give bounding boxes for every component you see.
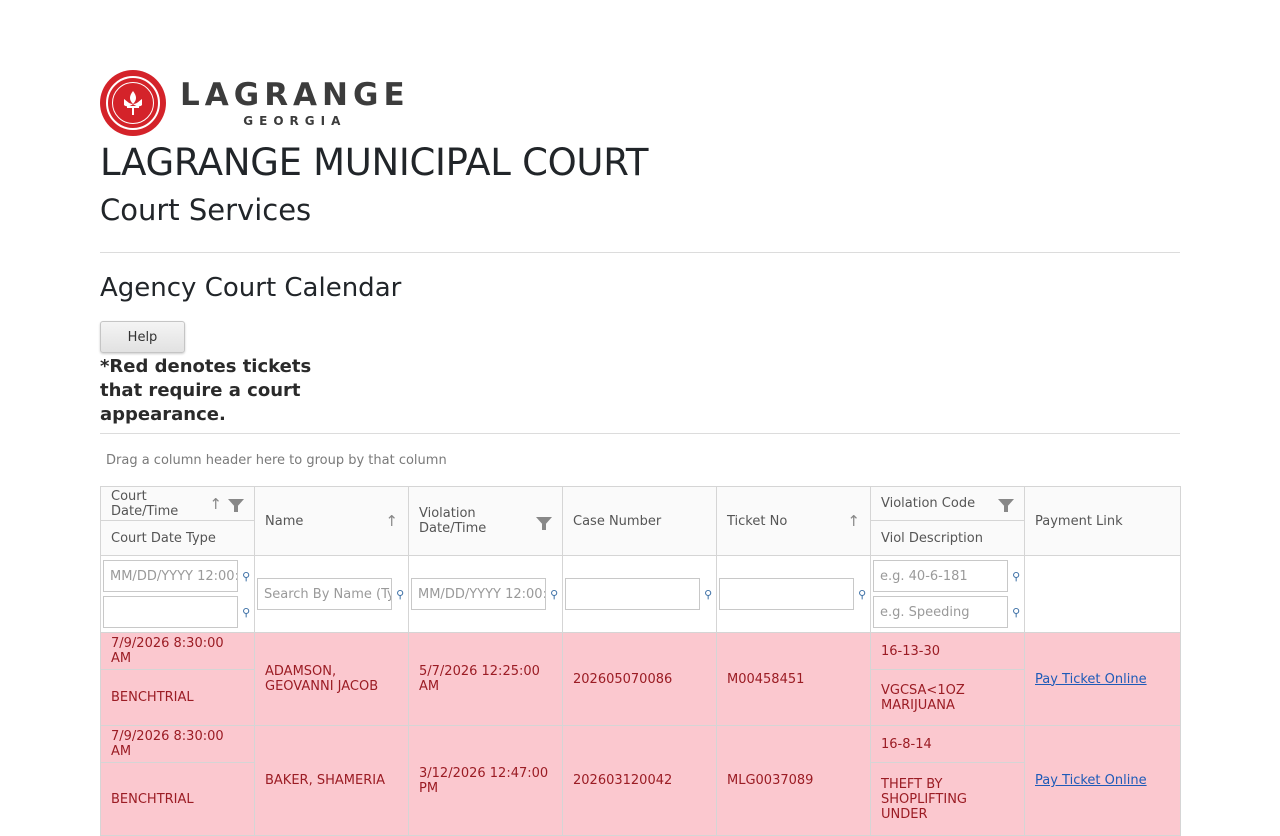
column-header-court-date[interactable]: Court Date/Time ↑ Court Date Type (100, 486, 255, 556)
column-header-name[interactable]: Name ↑ (254, 486, 409, 556)
case-number-header-label: Case Number (573, 513, 662, 529)
pay-ticket-link[interactable]: Pay Ticket Online (1035, 672, 1147, 687)
court-date-cell: 7/9/2026 8:30:00 AM (101, 633, 254, 670)
court-date-header-label: Court Date/Time (111, 488, 179, 519)
divider (100, 252, 1180, 253)
filter-pin-icon[interactable]: ⚲ (858, 588, 868, 601)
name-search-input[interactable]: Search By Name (Typ (257, 578, 393, 610)
violation-code-cell: 16-13-30 (871, 633, 1024, 670)
court-date-type-header-label: Court Date Type (111, 530, 216, 546)
filter-pin-icon[interactable]: ⚲ (396, 588, 406, 601)
column-header-payment-link[interactable]: Payment Link (1024, 486, 1181, 556)
filter-row: MM/DD/YYYY 12:00: ⚲ ⚲ Search By Name (Typ… (100, 555, 1181, 633)
filter-icon[interactable] (998, 499, 1014, 512)
sort-arrow-icon[interactable]: ↑ (847, 512, 860, 530)
filter-pin-icon[interactable]: ⚲ (242, 570, 252, 583)
logo-subtitle: GEORGIA (243, 114, 347, 128)
red-legend-note: *Red denotes tickets that require a cour… (100, 356, 312, 425)
violation-date-cell: 3/12/2026 12:47:00 PM (408, 725, 563, 836)
help-button[interactable]: Help (100, 321, 185, 353)
viol-description-cell: VGCSA<1OZ MARIJUANA (881, 682, 965, 713)
filter-pin-icon[interactable]: ⚲ (550, 588, 560, 601)
violation-date-header-label: Violation Date/Time (419, 506, 487, 536)
viol-description-header-label: Viol Description (881, 530, 983, 546)
violation-date-cell: 5/7/2026 12:25:00 AM (408, 632, 563, 726)
table-row[interactable]: 7/9/2026 8:30:00 AM BENCHTRIAL ADAMSON, … (100, 632, 1181, 726)
column-header-violation-code[interactable]: Violation Code Viol Description (870, 486, 1025, 556)
filter-pin-icon[interactable]: ⚲ (1012, 606, 1022, 619)
viol-description-cell: THEFT BY SHOPLIFTING UNDER (881, 776, 967, 822)
filter-pin-icon[interactable]: ⚲ (1012, 570, 1022, 583)
column-header-violation-date[interactable]: Violation Date/Time (408, 486, 563, 556)
court-calendar-grid: Court Date/Time ↑ Court Date Type Name ↑ (100, 486, 1181, 836)
court-date-type-cell: BENCHTRIAL (111, 791, 194, 807)
ticket-no-header-label: Ticket No (727, 513, 788, 529)
court-date-type-filter-input[interactable] (103, 596, 239, 628)
page: LAGRANGE GEORGIA LAGRANGE MUNICIPAL COUR… (100, 70, 1181, 836)
filter-icon[interactable] (228, 499, 244, 512)
pay-ticket-link[interactable]: Pay Ticket Online (1035, 773, 1147, 788)
page-subtitle: Court Services (100, 193, 312, 227)
group-by-drop-area[interactable]: Drag a column header here to group by th… (100, 434, 1180, 486)
name-cell: ADAMSON, GEOVANNI JACOB (254, 632, 409, 726)
ticket-no-cell: M00458451 (716, 632, 871, 726)
logo-wordmark: LAGRANGE (180, 77, 410, 113)
filter-icon[interactable] (536, 516, 552, 530)
court-date-cell: 7/9/2026 8:30:00 AM (101, 726, 254, 763)
court-date-type-cell: BENCHTRIAL (111, 690, 194, 705)
section-title: Agency Court Calendar (100, 273, 402, 303)
violation-code-filter-input[interactable]: e.g. 40-6-181 (873, 560, 1009, 592)
case-number-filter-input[interactable] (565, 578, 701, 610)
column-header-ticket-no[interactable]: Ticket No ↑ (716, 486, 871, 556)
ticket-no-cell: MLG0037089 (716, 725, 871, 836)
violation-code-header-label: Violation Code (881, 496, 976, 511)
violation-code-cell: 16-8-14 (871, 726, 1024, 763)
payment-link-filter-empty (1024, 555, 1181, 633)
page-title: LAGRANGE MUNICIPAL COURT (100, 141, 649, 184)
court-date-filter-input[interactable]: MM/DD/YYYY 12:00: (103, 560, 239, 592)
violation-date-filter-input[interactable]: MM/DD/YYYY 12:00: (411, 578, 547, 610)
sort-arrow-icon[interactable]: ↑ (385, 512, 398, 530)
table-row[interactable]: 7/9/2026 8:30:00 AM BENCHTRIAL BAKER, SH… (100, 725, 1181, 836)
lagrange-logo[interactable]: LAGRANGE GEORGIA (100, 70, 1180, 136)
city-seal-icon (100, 70, 166, 136)
viol-description-filter-input[interactable]: e.g. Speeding (873, 596, 1009, 628)
case-number-cell: 202603120042 (562, 725, 717, 836)
ticket-no-filter-input[interactable] (719, 578, 855, 610)
payment-link-header-label: Payment Link (1035, 513, 1123, 529)
filter-pin-icon[interactable]: ⚲ (242, 606, 252, 619)
name-header-label: Name (265, 513, 304, 529)
sort-arrow-icon[interactable]: ↑ (209, 495, 222, 513)
column-header-case-number[interactable]: Case Number (562, 486, 717, 556)
case-number-cell: 202605070086 (562, 632, 717, 726)
filter-pin-icon[interactable]: ⚲ (704, 588, 714, 601)
name-cell: BAKER, SHAMERIA (254, 725, 409, 836)
